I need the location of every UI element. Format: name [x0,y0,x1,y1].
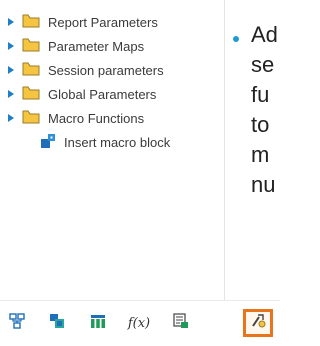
parameters-button[interactable] [166,309,196,337]
tree-item-parameter-maps[interactable]: Parameter Maps [0,34,144,58]
folder-icon [22,14,40,31]
parameters-icon [173,312,189,334]
tree-item-report-parameters[interactable]: Report Parameters [0,10,158,34]
macro-icon [250,313,266,334]
insert-macro-block-icon [40,133,56,152]
function-button[interactable]: f(x) [124,309,154,337]
tree-item-macro-functions[interactable]: Macro Functions [0,106,144,130]
query-calculation-icon [90,313,106,334]
tree-item-insert-macro-block[interactable]: Insert macro block [40,130,170,154]
slide-text-line: se [251,52,275,77]
triangle-right-icon[interactable] [4,41,18,51]
folder-icon [22,110,40,127]
tree-item-label: Global Parameters [48,86,157,102]
tree-item-label: Insert macro block [64,134,171,150]
toolbox-icon [49,313,65,334]
slide-text-line: to [251,112,270,137]
slide-text-line: nu [251,172,276,197]
tree-item-label: Report Parameters [48,14,158,30]
tree-item-session-parameters[interactable]: Session parameters [0,58,164,82]
tree-item-label: Macro Functions [48,110,145,126]
data-items-icon [9,312,25,334]
folder-icon [22,62,40,79]
triangle-right-icon[interactable] [4,17,18,27]
folder-icon [22,86,40,103]
tree-item-label: Session parameters [48,62,164,78]
toolbox-button[interactable] [42,309,72,337]
slide-text-panel: Ad se fu to m nu [225,0,280,300]
function-icon: f(x) [127,315,151,331]
slide-text-line: Ad [251,22,278,47]
slide-text-line: m [251,142,270,167]
tree-item-global-parameters[interactable]: Global Parameters [0,82,156,106]
insertable-objects-tree: Report Parameters Parameter Maps Session… [0,0,225,345]
bullet-icon [233,36,239,42]
triangle-right-icon[interactable] [4,65,18,75]
query-calculation-button[interactable] [83,309,113,337]
triangle-right-icon[interactable] [4,89,18,99]
tree-item-label: Parameter Maps [48,38,145,54]
folder-icon [22,38,40,55]
triangle-right-icon[interactable] [4,113,18,123]
macro-button[interactable] [243,309,273,337]
slide-text-line: fu [251,82,270,107]
insertable-objects-toolbar: f(x) [0,300,280,346]
data-items-button[interactable] [2,309,32,337]
